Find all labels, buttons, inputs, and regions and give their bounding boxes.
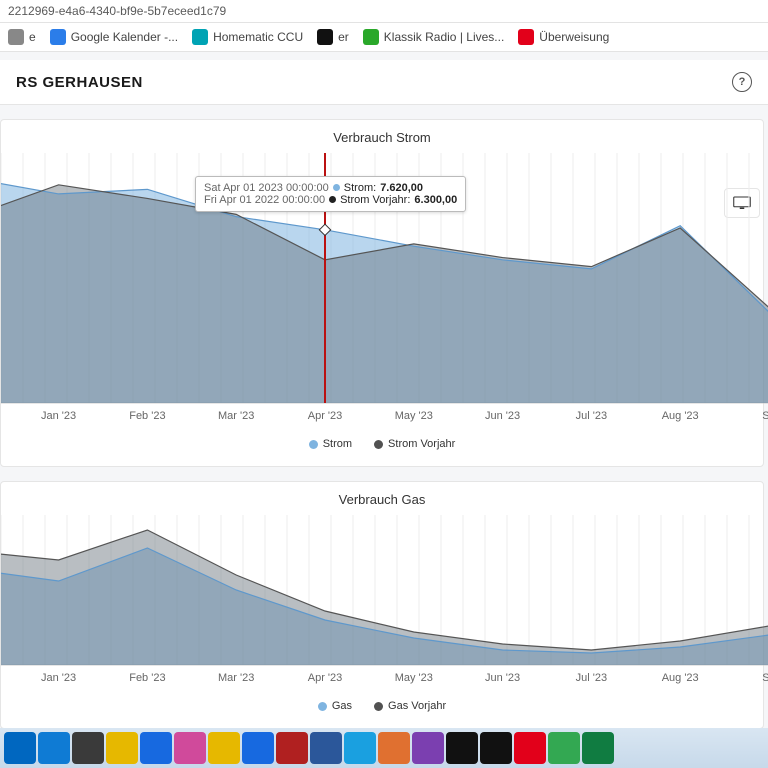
legend-item[interactable]: Gas Vorjahr xyxy=(374,700,446,712)
windows-taskbar[interactable] xyxy=(0,728,768,768)
taskbar-clipchamp-icon[interactable] xyxy=(412,732,444,764)
legend-item[interactable]: Strom Vorjahr xyxy=(374,438,455,450)
bookmark-item[interactable]: Überweisung xyxy=(518,29,609,45)
bookmarks-bar: e Google Kalender -... Homematic CCU er Klas… xyxy=(0,23,768,52)
taskbar-edge-icon[interactable] xyxy=(38,732,70,764)
x-tick-label: Jul '23 xyxy=(576,672,607,684)
chart-title: Verbrauch Strom xyxy=(1,130,763,145)
x-tick-label: Apr '23 xyxy=(308,672,343,684)
x-tick-label: Aug '23 xyxy=(662,410,699,422)
x-tick-label: Jan '23 xyxy=(41,410,76,422)
bookmark-item[interactable]: Homematic CCU xyxy=(192,29,303,45)
x-tick-label: Se xyxy=(762,672,768,684)
taskbar-photos-icon[interactable] xyxy=(344,732,376,764)
bookmark-item[interactable]: Google Kalender -... xyxy=(50,29,178,45)
taskbar-loxone-icon[interactable] xyxy=(140,732,172,764)
chart-card: Verbrauch Gas Jan '23 Feb '23 Mar '23 Apr '2… xyxy=(0,481,764,728)
x-tick-label: Apr '23 xyxy=(308,410,343,422)
chart-legend: Strom Strom Vorjahr xyxy=(1,438,763,450)
taskbar-files-icon[interactable] xyxy=(106,732,138,764)
bookmark-item[interactable]: er xyxy=(317,29,349,45)
bookmark-label: Homematic CCU xyxy=(213,30,303,44)
bookmark-label: e xyxy=(29,30,36,44)
bookmark-label: er xyxy=(338,30,349,44)
page-header: RS GERHAUSEN ? xyxy=(0,60,768,105)
taskbar-m3-icon[interactable] xyxy=(276,732,308,764)
taskbar-paint-icon[interactable] xyxy=(378,732,410,764)
legend-item[interactable]: Gas xyxy=(318,700,352,712)
help-icon[interactable]: ? xyxy=(732,72,752,92)
series-area-previous xyxy=(1,185,768,403)
chart-title: Verbrauch Gas xyxy=(1,492,763,507)
x-tick-label: Jun '23 xyxy=(485,410,520,422)
chart-legend: Gas Gas Vorjahr xyxy=(1,700,763,712)
bookmark-label: Google Kalender -... xyxy=(71,30,178,44)
taskbar-start-icon[interactable] xyxy=(4,732,36,764)
taskbar-term-icon[interactable] xyxy=(446,732,478,764)
bookmark-label: Klassik Radio | Lives... xyxy=(384,30,505,44)
taskbar-snip-icon[interactable] xyxy=(174,732,206,764)
x-tick-label: Mar '23 xyxy=(218,410,254,422)
x-tick-label: Jan '23 xyxy=(41,672,76,684)
taskbar-calc-icon[interactable] xyxy=(72,732,104,764)
x-tick-label: Feb '23 xyxy=(129,410,165,422)
chart-plot[interactable]: Jan '23 Feb '23 Mar '23 Apr '23 May '23 Jun '… xyxy=(1,515,768,689)
url-bar[interactable]: 2212969-e4a6-4340-bf9e-5b7eceed1c79 xyxy=(0,0,768,23)
bookmark-favicon xyxy=(50,29,66,45)
chart-tooltip: Sat Apr 01 2023 00:00:00Strom: 7.620,00F… xyxy=(195,176,466,212)
legend-item[interactable]: Strom xyxy=(309,438,352,450)
bookmark-favicon xyxy=(192,29,208,45)
bookmark-item[interactable]: Klassik Radio | Lives... xyxy=(363,29,505,45)
bookmark-favicon xyxy=(363,29,379,45)
taskbar-excel-icon[interactable] xyxy=(582,732,614,764)
taskbar-mail-icon[interactable] xyxy=(242,732,274,764)
x-tick-label: Se xyxy=(762,410,768,422)
x-tick-label: May '23 xyxy=(395,672,433,684)
taskbar-chrome-icon[interactable] xyxy=(548,732,580,764)
bookmark-favicon xyxy=(518,29,534,45)
x-tick-label: Feb '23 xyxy=(129,672,165,684)
bookmark-favicon xyxy=(8,29,24,45)
taskbar-opera-icon[interactable] xyxy=(514,732,546,764)
series-area-previous xyxy=(1,530,768,665)
x-tick-label: May '23 xyxy=(395,410,433,422)
x-tick-label: Mar '23 xyxy=(218,672,254,684)
x-tick-label: Aug '23 xyxy=(662,672,699,684)
bookmark-favicon xyxy=(317,29,333,45)
bookmark-label: Überweisung xyxy=(539,30,609,44)
x-tick-label: Jul '23 xyxy=(576,410,607,422)
taskbar-explorer-icon[interactable] xyxy=(208,732,240,764)
taskbar-word-icon[interactable] xyxy=(310,732,342,764)
bookmark-item[interactable]: e xyxy=(8,29,36,45)
x-tick-label: Jun '23 xyxy=(485,672,520,684)
taskbar-ssh-icon[interactable] xyxy=(480,732,512,764)
page-title: RS GERHAUSEN xyxy=(16,74,143,91)
chart-card: Verbrauch Strom Jan '23 Feb '23 Mar '23 Apr … xyxy=(0,119,764,467)
